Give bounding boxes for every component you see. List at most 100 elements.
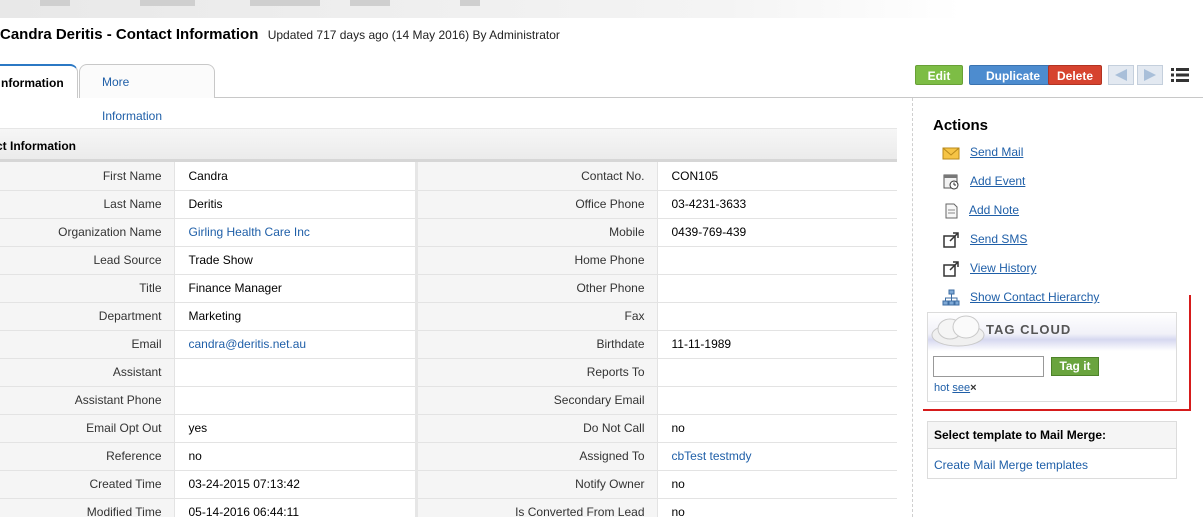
field-value[interactable]: no: [174, 442, 418, 471]
field-label[interactable]: Office Phone: [416, 190, 658, 219]
field-value[interactable]: no: [657, 470, 897, 499]
field-label-text: Secondary Email: [553, 393, 645, 407]
field-value-text: 03-4231-3633: [671, 197, 747, 211]
field-value-text: CON105: [671, 168, 719, 183]
show-contact-hierarchy-link[interactable]: Show Contact Hierarchy: [970, 290, 1099, 304]
field-value[interactable]: no: [657, 414, 897, 443]
remove-tag-icon[interactable]: ×: [970, 382, 976, 394]
field-label[interactable]: Birthdate: [416, 330, 658, 359]
field-label-text: Do Not Call: [583, 421, 645, 435]
field-value[interactable]: 05-14-2016 06:44:11: [174, 498, 418, 517]
field-label[interactable]: Created Time: [0, 470, 175, 499]
field-label[interactable]: Assistant: [0, 358, 175, 387]
send-mail-link[interactable]: Send Mail: [970, 145, 1023, 159]
field-value[interactable]: 03-4231-3633: [657, 190, 897, 219]
tag-input[interactable]: [933, 356, 1044, 377]
field-value: cbTest testmdy: [657, 442, 897, 471]
banner-fragment: [250, 0, 320, 6]
field-value[interactable]: no: [657, 498, 897, 517]
field-value[interactable]: 0439-769-439: [657, 218, 897, 247]
field-label[interactable]: Home Phone: [416, 246, 658, 275]
field-label-text: Title: [139, 281, 162, 295]
field-value[interactable]: [174, 358, 418, 387]
field-label-text: Lead Source: [93, 253, 162, 267]
field-label[interactable]: First Name: [0, 162, 175, 191]
external-link-icon: [943, 232, 959, 248]
edit-button[interactable]: Edit: [915, 65, 963, 85]
field-label-text: Assigned To: [579, 449, 645, 463]
field-value[interactable]: [657, 246, 897, 275]
field-label[interactable]: Reference: [0, 442, 175, 471]
field-value[interactable]: 03-24-2015 07:13:42: [174, 470, 418, 499]
create-mail-merge-templates-link[interactable]: Create Mail Merge templates: [934, 458, 1088, 472]
duplicate-button[interactable]: Duplicate: [969, 65, 1057, 85]
field-value[interactable]: [657, 302, 897, 331]
field-label-text: Reference: [106, 449, 162, 463]
actions-heading: Actions: [933, 117, 989, 134]
tab-more-information[interactable]: More Information: [79, 64, 215, 123]
next-record-button[interactable]: [1137, 65, 1163, 85]
field-label-text: Home Phone: [574, 253, 645, 267]
field-label[interactable]: Reports To: [416, 358, 658, 387]
field-label[interactable]: Lead Source: [0, 246, 175, 275]
field-label[interactable]: Email: [0, 330, 175, 359]
field-value[interactable]: [657, 358, 897, 387]
field-value[interactable]: [657, 274, 897, 303]
highlight-border: [923, 409, 1191, 411]
tab-contact-information[interactable]: nformation: [0, 64, 78, 98]
field-value[interactable]: CON105: [657, 162, 897, 191]
field-label[interactable]: Modified Time: [0, 498, 175, 517]
field-label[interactable]: Assigned To: [416, 442, 658, 471]
field-value[interactable]: Finance Manager: [174, 274, 418, 303]
field-value[interactable]: yes: [174, 414, 418, 443]
field-label[interactable]: Contact No.: [416, 162, 658, 191]
field-label[interactable]: Is Converted From Lead: [416, 498, 658, 517]
field-label[interactable]: Organization Name: [0, 218, 175, 247]
field-value-text: Finance Manager: [188, 281, 282, 295]
tag-it-button[interactable]: Tag it: [1051, 357, 1099, 376]
field-link[interactable]: cbTest testmdy: [672, 449, 752, 463]
field-value-text: yes: [188, 421, 208, 435]
field-label[interactable]: Mobile: [416, 218, 658, 247]
field-label[interactable]: Last Name: [0, 190, 175, 219]
add-note-link[interactable]: Add Note: [969, 203, 1019, 217]
delete-button[interactable]: Delete: [1048, 65, 1102, 85]
field-value[interactable]: Trade Show: [174, 246, 418, 275]
field-label-text: Assistant Phone: [74, 393, 162, 407]
field-label[interactable]: Email Opt Out: [0, 414, 175, 443]
block-header[interactable]: ct Information: [0, 128, 897, 162]
field-label[interactable]: Department: [0, 302, 175, 331]
field-label[interactable]: Do Not Call: [416, 414, 658, 443]
banner-fragment: [40, 0, 70, 6]
field-value[interactable]: [657, 386, 897, 415]
add-event-link[interactable]: Add Event: [970, 174, 1025, 188]
tag-cloud-panel: TAG CLOUD Tag it hot see×: [927, 312, 1177, 402]
arrow-left-icon: [1115, 69, 1127, 81]
previous-record-button[interactable]: [1108, 65, 1134, 85]
field-label[interactable]: Notify Owner: [416, 470, 658, 499]
field-value[interactable]: [174, 386, 418, 415]
field-label[interactable]: Other Phone: [416, 274, 658, 303]
detail-row: First Name Candra Contact No. CON105: [0, 162, 897, 191]
field-label[interactable]: Title: [0, 274, 175, 303]
field-label[interactable]: Secondary Email: [416, 386, 658, 415]
detail-row: Modified Time 05-14-2016 06:44:11 Is Conve…: [0, 498, 897, 517]
send-sms-link[interactable]: Send SMS: [970, 232, 1027, 246]
field-value-text: Trade Show: [188, 253, 253, 267]
list-view-icon[interactable]: [1171, 67, 1189, 83]
view-history-link[interactable]: View History: [970, 261, 1036, 275]
field-value[interactable]: Marketing: [174, 302, 418, 331]
field-value[interactable]: Candra: [174, 162, 418, 191]
tag-hot[interactable]: hot: [934, 382, 949, 394]
field-label-text: Email Opt Out: [86, 421, 162, 435]
tag-see[interactable]: see: [952, 382, 970, 394]
field-value[interactable]: 11-11-1989: [657, 330, 897, 359]
field-label[interactable]: Fax: [416, 302, 658, 331]
field-link[interactable]: Girling Health Care Inc: [189, 225, 310, 239]
detail-row: Department Marketing Fax: [0, 302, 897, 331]
field-link[interactable]: candra@deritis.net.au: [189, 337, 307, 351]
field-value-text: Marketing: [188, 309, 242, 323]
field-label[interactable]: Assistant Phone: [0, 386, 175, 415]
arrow-right-icon: [1144, 69, 1156, 81]
field-value[interactable]: Deritis: [174, 190, 418, 219]
